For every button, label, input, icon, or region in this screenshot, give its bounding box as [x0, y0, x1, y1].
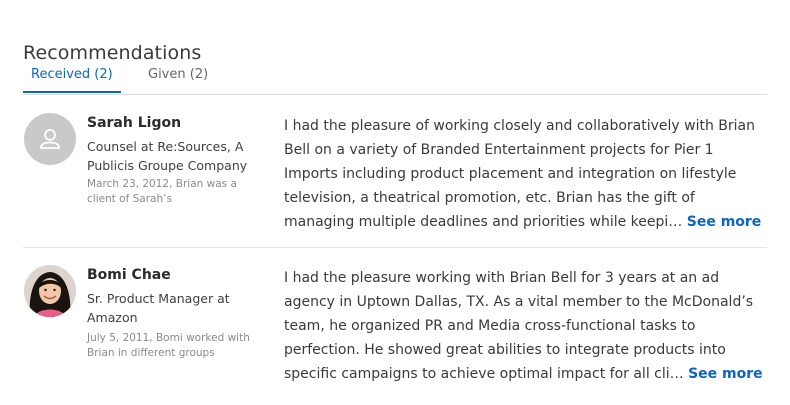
recommender-headline: Sr. Product Manager at Amazon	[87, 291, 230, 325]
recommendation-body: I had the pleasure of working closely an…	[284, 118, 756, 230]
recommendation-item: Sarah Ligon Counsel at Re:Sources, A Pub…	[23, 113, 767, 248]
section-title: Recommendations	[23, 41, 202, 64]
tab-received[interactable]: Received (2)	[23, 67, 121, 93]
avatar[interactable]	[24, 113, 76, 165]
recommendation-item: Bomi Chae Sr. Product Manager at Amazon …	[23, 265, 767, 395]
recommendation-meta: March 23, 2012, Brian was a client of Sa…	[87, 178, 237, 205]
recommendation-tabs: Received (2) Given (2)	[23, 64, 767, 95]
recommender-name[interactable]: Bomi Chae	[87, 267, 171, 283]
recommendation-text: I had the pleasure of working closely an…	[284, 114, 764, 234]
see-more-link[interactable]: See more	[687, 214, 762, 230]
recommendation-body: I had the pleasure working with Brian Be…	[284, 270, 754, 382]
recommendation-text: I had the pleasure working with Brian Be…	[284, 266, 764, 386]
person-placeholder-icon	[40, 129, 60, 149]
tab-given[interactable]: Given (2)	[148, 67, 208, 91]
recommender-name[interactable]: Sarah Ligon	[87, 115, 181, 131]
see-more-link[interactable]: See more	[688, 366, 763, 382]
avatar[interactable]	[24, 265, 76, 317]
recommender-headline: Counsel at Re:Sources, A Publicis Groupe…	[87, 139, 248, 173]
profile-photo	[24, 265, 76, 317]
recommendation-meta: July 5, 2011, Bomi worked with Brian in …	[87, 332, 250, 359]
